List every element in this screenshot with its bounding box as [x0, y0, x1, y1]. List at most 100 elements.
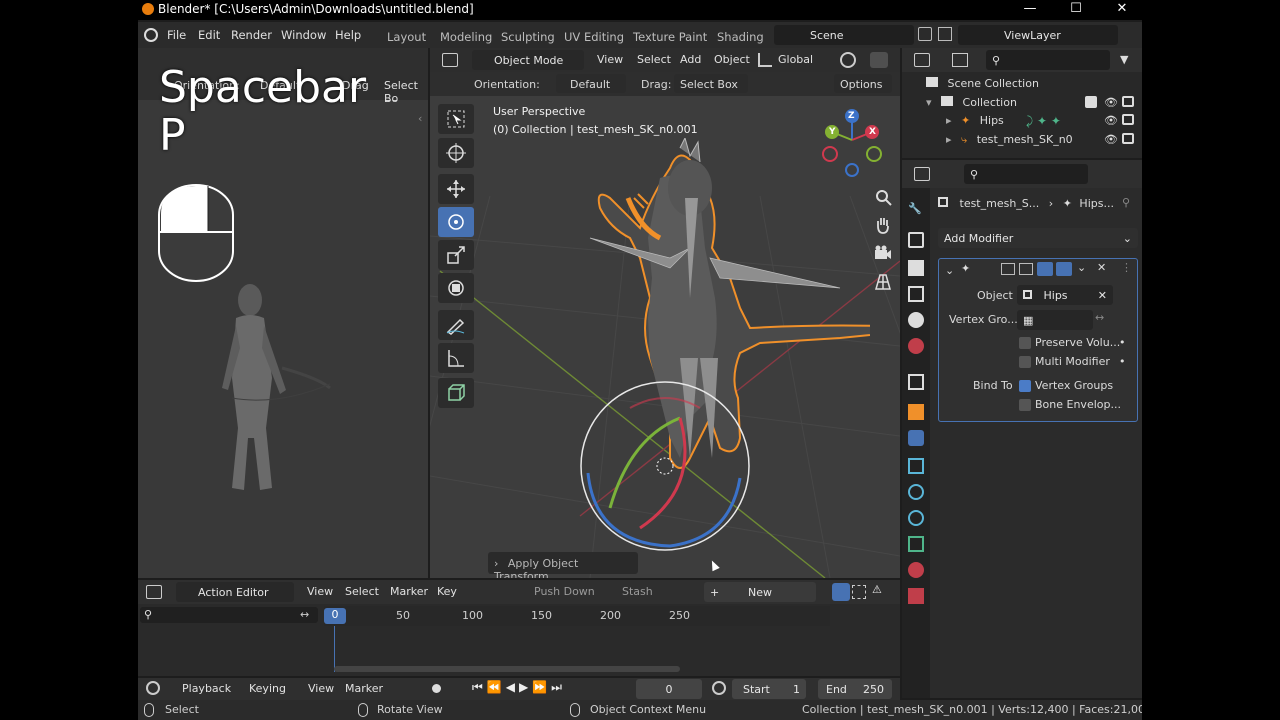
object-clear-icon[interactable]: ✕ [1098, 289, 1107, 302]
outliner-scene-collection[interactable]: Scene Collection [926, 77, 1039, 90]
outliner-collection[interactable]: ▾ Collection [926, 96, 1017, 109]
tab-texture-paint[interactable]: Texture Paint [633, 30, 707, 44]
mesh-visibility-icon[interactable]: 👁 [1104, 133, 1118, 146]
move-tool[interactable] [438, 174, 474, 204]
stash-button[interactable]: Stash [622, 585, 653, 598]
action-editor-mode-dropdown[interactable]: Action Editor [176, 582, 294, 602]
errors-warning-icon[interactable]: ⚠ [872, 583, 882, 596]
hips-visibility-icon[interactable]: 👁 [1104, 114, 1118, 127]
action-menu-key[interactable]: Key [437, 585, 457, 598]
current-frame-indicator[interactable]: 0 [324, 608, 346, 624]
new-scene-icon[interactable] [918, 27, 932, 41]
zoom-icon[interactable] [874, 188, 892, 206]
rotate-tool[interactable] [438, 207, 474, 237]
viewlayer-selector[interactable]: ViewLayer [958, 25, 1118, 45]
record-icon[interactable] [432, 684, 441, 693]
timeline-menu-marker[interactable]: Marker [345, 682, 383, 695]
camera-view-icon[interactable] [874, 244, 892, 262]
timeline-menu-keying[interactable]: Keying [249, 682, 286, 695]
add-modifier-dropdown[interactable]: Add Modifier ⌄ [938, 228, 1138, 248]
outliner-item-hips[interactable]: ▸ ✦ Hips [946, 114, 1004, 127]
constraints-tab-icon[interactable] [908, 510, 924, 526]
preserve-volume-checkbox[interactable] [1019, 337, 1031, 349]
channel-search[interactable]: ⚲ [140, 607, 318, 623]
playback-controls[interactable]: ⏮⏪◀▶⏩⏭ [472, 680, 566, 695]
timeline-editor-icon[interactable] [146, 681, 160, 695]
render-tab-icon[interactable] [908, 232, 924, 248]
scene-selector[interactable]: Scene [774, 25, 914, 45]
last-operation-panel[interactable]: › Apply Object Transform [488, 552, 638, 578]
action-menu-marker[interactable]: Marker [390, 585, 428, 598]
pin-icon[interactable]: ⚲ [1122, 196, 1130, 209]
object-tab-icon[interactable] [908, 404, 924, 420]
cursor-tool[interactable] [438, 138, 474, 168]
display-mode-icon[interactable] [952, 53, 968, 67]
texture-tab-icon[interactable] [908, 588, 924, 604]
scale-tool[interactable] [438, 240, 474, 270]
viewport-menu-add[interactable]: Add [680, 53, 701, 66]
maximize-button[interactable]: ☐ [1054, 0, 1098, 20]
data-tab-icon[interactable] [908, 536, 924, 552]
transform-global[interactable]: Global [778, 53, 813, 66]
tab-layout[interactable]: Layout [387, 30, 426, 44]
collection-tab-icon[interactable] [908, 374, 924, 390]
show-hidden-icon[interactable] [852, 585, 866, 599]
vertex-group-field[interactable]: ▦ [1017, 310, 1093, 330]
delete-scene-icon[interactable] [938, 27, 952, 41]
tab-uv-editing[interactable]: UV Editing [564, 30, 624, 44]
modifier-collapse-icon[interactable]: ⌄ [945, 264, 954, 277]
minimize-button[interactable]: — [1008, 0, 1052, 20]
transform-tool[interactable] [438, 273, 474, 303]
bone-envelopes-checkbox[interactable] [1019, 399, 1031, 411]
outliner-editor-type-icon[interactable] [914, 53, 930, 67]
properties-editor-type-icon[interactable] [914, 167, 930, 181]
end-frame-field[interactable]: End 250 [818, 679, 892, 699]
timeline-ruler[interactable]: 0 50 100 150 200 250 [324, 606, 830, 626]
action-menu-select[interactable]: Select [345, 585, 379, 598]
timeline-scrollbar[interactable] [334, 666, 680, 672]
tool-tab-icon[interactable]: 🔧 [908, 202, 924, 218]
outliner-search[interactable]: ⚲ [986, 50, 1110, 70]
properties-search[interactable]: ⚲ [964, 164, 1088, 184]
preview-range-icon[interactable] [712, 681, 726, 695]
viewport-menu-select[interactable]: Select [637, 53, 671, 66]
menu-help[interactable]: Help [335, 28, 361, 42]
output-tab-icon[interactable] [908, 260, 924, 276]
new-action-button[interactable]: + New [704, 582, 816, 602]
mesh-render-icon[interactable] [1122, 133, 1134, 144]
snap-icon[interactable] [870, 52, 888, 68]
viewport-menu-object[interactable]: Object [714, 53, 750, 66]
current-frame-field[interactable]: 0 [636, 679, 702, 699]
collection-visibility-icon[interactable]: 👁 [1104, 96, 1118, 109]
timeline-menu-playback[interactable]: Playback [182, 682, 231, 695]
tab-modeling[interactable]: Modeling [440, 30, 492, 44]
measure-tool[interactable] [438, 343, 474, 373]
menu-edit[interactable]: Edit [198, 28, 220, 42]
options-dropdown[interactable]: Options [834, 74, 892, 93]
view-layer-tab-icon[interactable] [908, 286, 924, 302]
tab-shading[interactable]: Shading [717, 30, 764, 44]
pivot-icon[interactable] [840, 52, 856, 68]
material-tab-icon[interactable] [908, 562, 924, 578]
physics-tab-icon[interactable] [908, 484, 924, 500]
menu-window[interactable]: Window [281, 28, 326, 42]
invert-vertex-group-icon[interactable]: ↔ [1095, 311, 1104, 324]
swap-icon[interactable]: ↔ [300, 608, 309, 621]
annotate-tool[interactable] [438, 310, 474, 340]
collapse-arrow-icon[interactable]: ‹ [418, 112, 422, 125]
scene-tab-icon[interactable] [908, 312, 924, 328]
edit-cage-icon[interactable] [1001, 263, 1015, 275]
left-select-box2[interactable]: Select Bo [384, 79, 428, 105]
collection-checkbox[interactable] [1085, 96, 1097, 108]
timeline-menu-view[interactable]: View [308, 682, 334, 695]
perspective-grid-icon[interactable] [874, 272, 892, 290]
drag-handle-icon[interactable]: ⋮ [1121, 261, 1132, 274]
outliner-item-test-mesh[interactable]: ▸ ⤷ test_mesh_SK_n0 [946, 133, 1073, 147]
tab-sculpting[interactable]: Sculpting [501, 30, 555, 44]
object-field[interactable]: Hips ✕ [1017, 285, 1113, 305]
start-frame-field[interactable]: Start 1 [732, 679, 806, 699]
collection-render-icon[interactable] [1122, 96, 1134, 107]
modifier-tab-icon[interactable] [908, 430, 924, 446]
add-cube-tool[interactable] [438, 378, 474, 408]
menu-render[interactable]: Render [231, 28, 272, 42]
